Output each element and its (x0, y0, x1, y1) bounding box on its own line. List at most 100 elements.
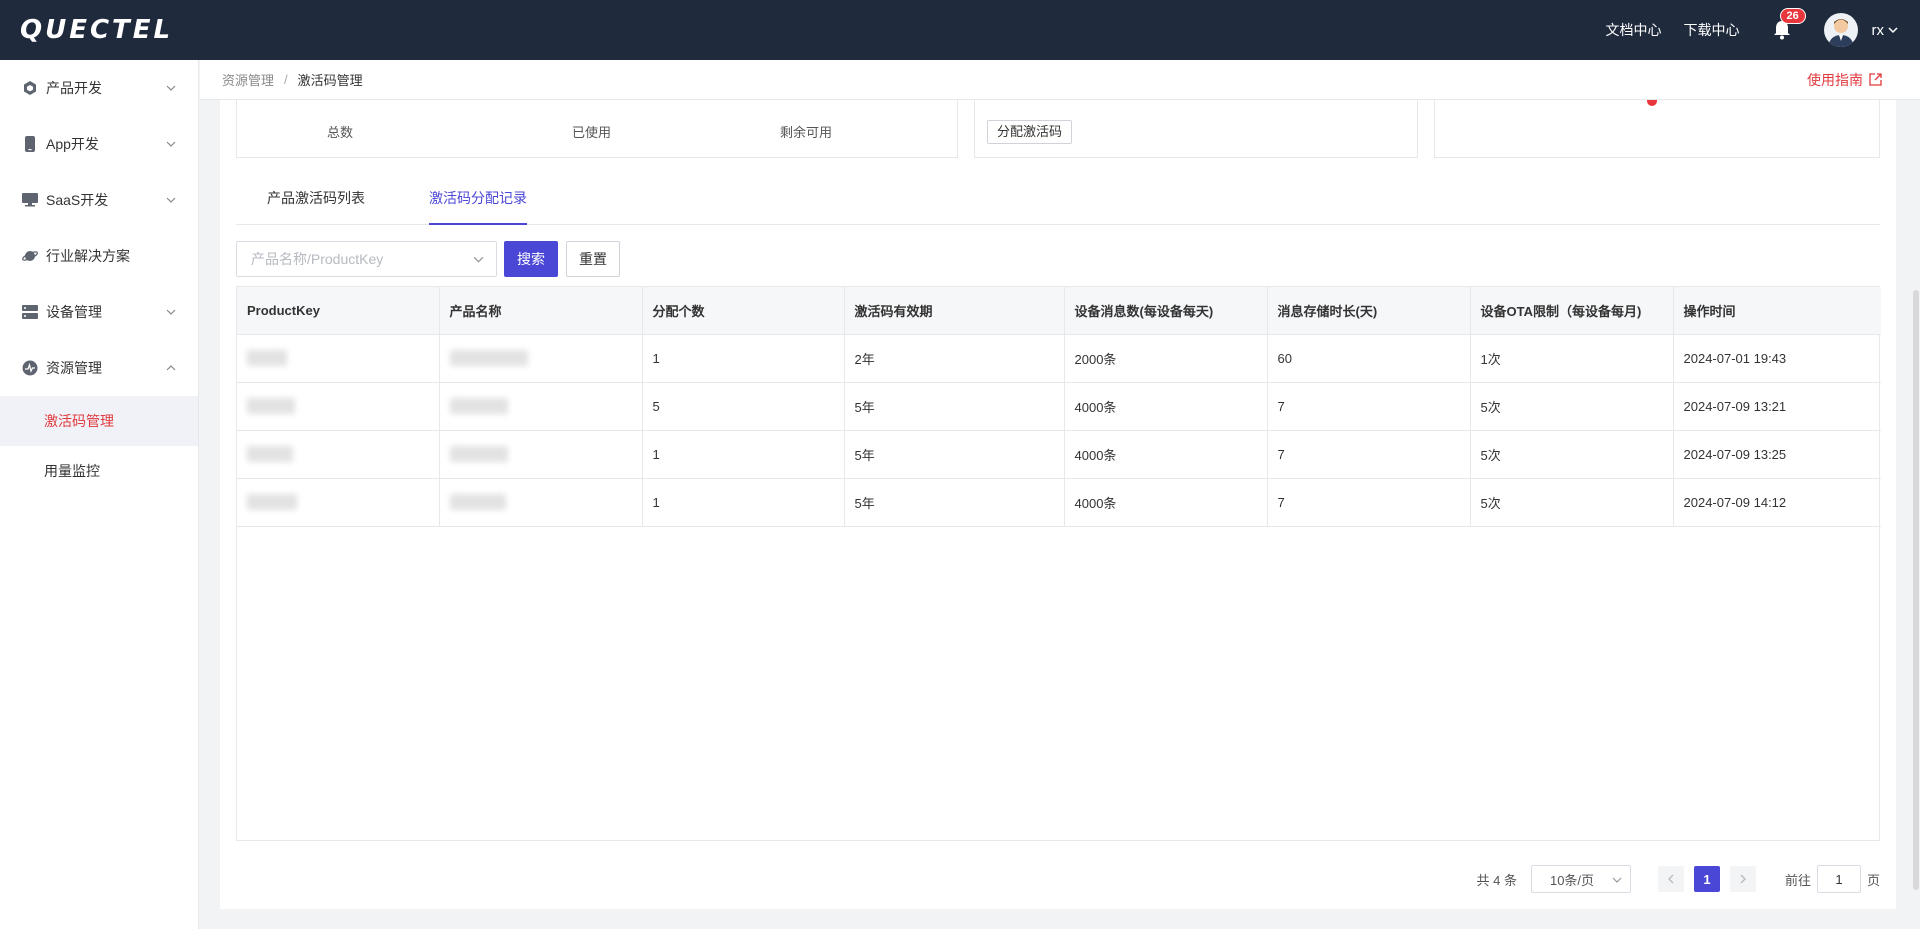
notification-button[interactable]: 26 (1770, 8, 1806, 42)
cell-productkey (237, 382, 440, 431)
scrollbar[interactable] (1912, 100, 1920, 929)
sidebar-item-label: 行业解决方案 (46, 248, 130, 264)
goto-page-input[interactable] (1816, 865, 1861, 893)
cell-validity: 5年 (844, 382, 1065, 431)
goto-label: 前往 (1784, 872, 1811, 888)
cell-count: 1 (642, 478, 845, 527)
redacted-text (449, 398, 508, 415)
cell-storage: 7 (1267, 478, 1471, 527)
user-avatar-icon (1827, 19, 1854, 47)
tab-product-code-list[interactable]: 产品激活码列表 (267, 178, 365, 225)
chevron-down-icon (473, 256, 484, 263)
reset-button[interactable]: 重置 (566, 241, 620, 277)
prev-page-button[interactable] (1657, 866, 1684, 892)
cell-messages: 4000条 (1064, 430, 1268, 479)
chevron-right-icon (1740, 874, 1746, 884)
cell-time: 2024-07-09 14:12 (1673, 478, 1881, 527)
cell-count: 5 (642, 382, 845, 431)
stats-card-codes: 总数 已使用 剩余可用 (236, 88, 958, 158)
product-select[interactable] (236, 241, 497, 277)
cell-messages: 2000条 (1064, 334, 1268, 383)
redacted-text (247, 350, 287, 367)
resource-icon (22, 360, 38, 376)
tab-assignment-records[interactable]: 激活码分配记录 (429, 178, 527, 225)
top-header: QUECTEL 文档中心 下载中心 26 rx (0, 0, 1920, 60)
goto-unit: 页 (1866, 872, 1880, 888)
sidebar-item-label: SaaS开发 (46, 192, 109, 208)
cell-product-name (439, 430, 643, 479)
quectel-logo[interactable]: QUECTEL (20, 15, 173, 45)
redacted-text (247, 398, 295, 415)
table-row: 1 2年 2000条 60 1次 2024-07-01 19:43 (237, 334, 1881, 383)
cell-productkey (237, 430, 440, 479)
chevron-left-icon (1667, 874, 1674, 884)
cell-time: 2024-07-09 13:25 (1673, 430, 1881, 479)
cell-storage: 7 (1267, 382, 1471, 431)
table-row: 1 5年 4000条 7 5次 2024-07-09 14:12 (237, 478, 1881, 527)
sidebar-item-industry-solutions[interactable]: 行业解决方案 (0, 228, 198, 284)
table-row: 5 5年 4000条 7 5次 2024-07-09 13:21 (237, 382, 1881, 431)
column-header-validity: 激活码有效期 (844, 287, 1065, 335)
page-size-select[interactable]: 10条/页 (1530, 865, 1631, 893)
chevron-up-icon (166, 365, 176, 371)
planet-icon (22, 248, 38, 264)
sidebar-subitem-activation-codes[interactable]: 激活码管理 (0, 396, 198, 446)
column-header-ota-limit: 设备OTA限制（每设备每月) (1470, 287, 1674, 335)
user-name[interactable]: rx (1872, 22, 1885, 39)
sidebar-item-resource-mgmt[interactable]: 资源管理 (0, 340, 198, 396)
breadcrumb: 资源管理 / 激活码管理 使用指南 (200, 60, 1920, 100)
cell-productkey (237, 334, 440, 383)
cell-ota: 5次 (1470, 478, 1674, 527)
cell-validity: 5年 (844, 430, 1065, 479)
next-page-button[interactable] (1729, 866, 1756, 892)
stats-card-status (1434, 96, 1880, 158)
server-icon (22, 304, 38, 320)
cell-validity: 2年 (844, 334, 1065, 383)
tabs: 产品激活码列表 激活码分配记录 (236, 178, 1880, 225)
assign-activation-code-button[interactable]: 分配激活码 (987, 120, 1073, 144)
table-row: 1 5年 4000条 7 5次 2024-07-09 13:25 (237, 430, 1881, 479)
column-header-messages: 设备消息数(每设备每天) (1064, 287, 1268, 335)
header-right: 文档中心 下载中心 26 rx (1584, 0, 1920, 60)
cell-time: 2024-07-09 13:21 (1673, 382, 1881, 431)
sidebar-item-label: App开发 (46, 136, 99, 152)
sidebar-item-device-mgmt[interactable]: 设备管理 (0, 284, 198, 340)
chevron-down-icon (1612, 877, 1622, 883)
redacted-text (247, 494, 297, 511)
chevron-down-icon[interactable] (1888, 25, 1898, 35)
sidebar-item-label: 产品开发 (46, 80, 102, 96)
stat-label-used: 已使用 (572, 125, 612, 140)
download-center-link[interactable]: 下载中心 (1684, 20, 1740, 40)
monitor-icon (22, 192, 38, 208)
stat-label-remaining: 剩余可用 (780, 125, 833, 140)
breadcrumb-item-resource[interactable]: 资源管理 (222, 70, 274, 89)
sidebar-item-saas-dev[interactable]: SaaS开发 (0, 172, 198, 228)
sidebar-item-product-dev[interactable]: 产品开发 (0, 60, 198, 116)
page-number-button[interactable]: 1 (1693, 866, 1720, 892)
cell-count: 1 (642, 430, 845, 479)
avatar[interactable] (1823, 13, 1858, 47)
column-header-assigned-count: 分配个数 (642, 287, 845, 335)
cell-product-name (439, 478, 643, 527)
user-guide-link[interactable]: 使用指南 (1807, 70, 1882, 90)
cell-productkey (237, 478, 440, 527)
doc-center-link[interactable]: 文档中心 (1606, 20, 1662, 40)
search-button[interactable]: 搜索 (504, 241, 558, 277)
scrollbar-thumb[interactable] (1913, 290, 1919, 890)
cell-ota: 5次 (1470, 430, 1674, 479)
redacted-text (449, 350, 528, 367)
product-search-input[interactable] (251, 251, 461, 267)
cell-ota: 5次 (1470, 382, 1674, 431)
cell-product-name (439, 382, 643, 431)
sidebar-item-label: 设备管理 (46, 304, 102, 320)
chevron-down-icon (166, 85, 176, 91)
notification-badge: 26 (1779, 8, 1806, 24)
cell-storage: 7 (1267, 430, 1471, 479)
breadcrumb-separator: / (284, 72, 288, 87)
page-size-value: 10条/页 (1549, 872, 1595, 888)
cell-ota: 1次 (1470, 334, 1674, 383)
pagination: 共 4 条 10条/页 1 前往 页 (1477, 864, 1880, 894)
sidebar-item-app-dev[interactable]: App开发 (0, 116, 198, 172)
sidebar-item-label: 资源管理 (46, 360, 102, 376)
sidebar-subitem-usage-monitor[interactable]: 用量监控 (0, 446, 198, 496)
